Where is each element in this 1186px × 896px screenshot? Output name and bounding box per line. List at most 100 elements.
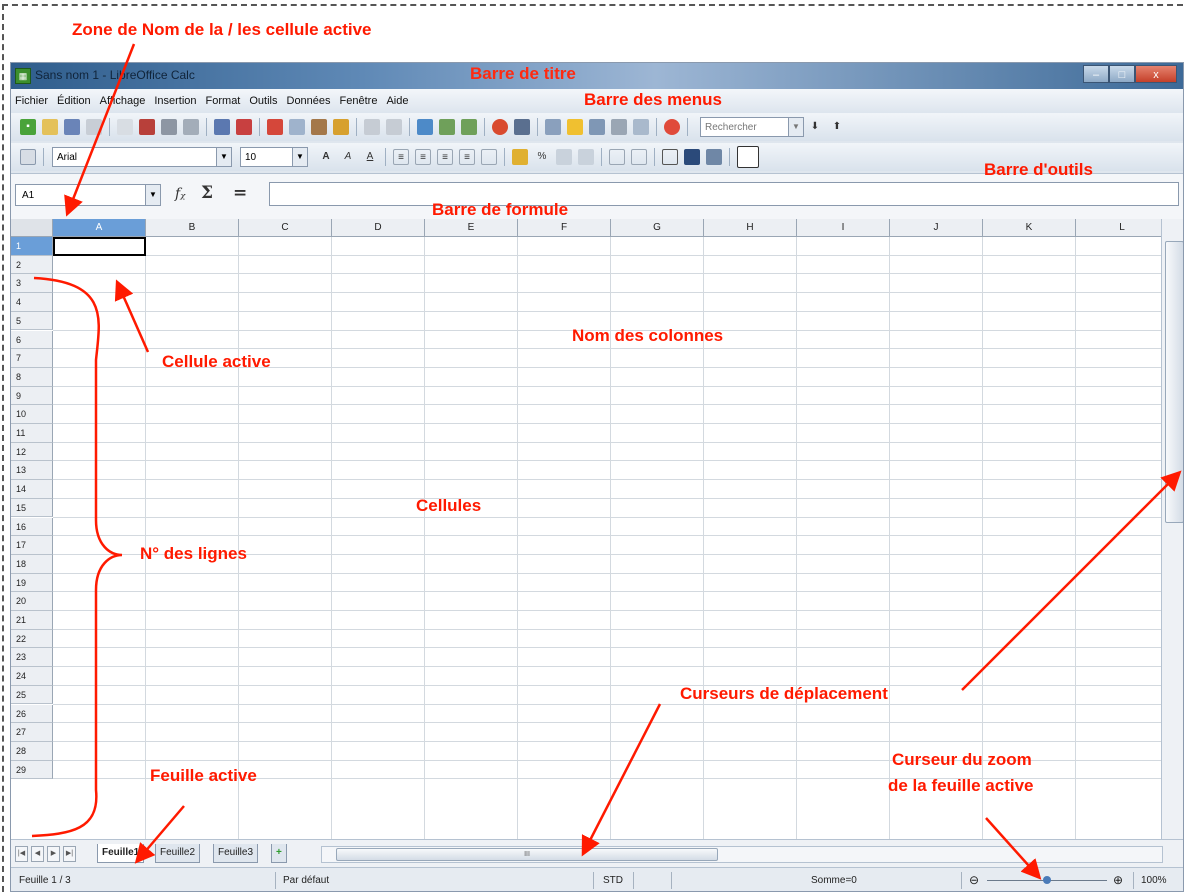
menu-fenetre[interactable]: Fenêtre	[340, 95, 378, 107]
select-all-corner[interactable]	[11, 219, 53, 237]
prev-sheet-button[interactable]: ◀	[31, 846, 44, 862]
formula-input[interactable]	[269, 182, 1179, 206]
increase-indent-icon[interactable]	[631, 149, 647, 165]
hyperlink-icon[interactable]	[417, 119, 433, 135]
zoom-in-icon[interactable]: ⊕	[1113, 873, 1123, 887]
row-header-20[interactable]: 20	[11, 592, 53, 611]
minimize-button[interactable]: –	[1083, 65, 1109, 83]
spellcheck-icon[interactable]	[214, 119, 230, 135]
new-document-icon[interactable]: ▪	[20, 119, 36, 135]
row-header-17[interactable]: 17	[11, 536, 53, 555]
row-header-24[interactable]: 24	[11, 667, 53, 686]
background-color-icon[interactable]	[684, 149, 700, 165]
toggle-grid-icon[interactable]	[737, 146, 759, 168]
data-sources-icon[interactable]	[611, 119, 627, 135]
help-icon[interactable]	[664, 119, 680, 135]
row-header-29[interactable]: 29	[11, 760, 53, 780]
row-header-21[interactable]: 21	[11, 611, 53, 630]
export-pdf-icon[interactable]	[139, 119, 155, 135]
row-header-13[interactable]: 13	[11, 461, 53, 481]
row-header-14[interactable]: 14	[11, 480, 53, 499]
column-header-i[interactable]: I	[797, 219, 890, 237]
find-next-icon[interactable]: ⬇	[807, 119, 823, 135]
vertical-scrollbar[interactable]	[1161, 219, 1183, 839]
row-header-2[interactable]: 2	[11, 255, 53, 275]
edit-file-icon[interactable]	[117, 119, 133, 135]
status-page-style[interactable]: Par défaut	[283, 875, 329, 886]
row-header-27[interactable]: 27	[11, 723, 53, 742]
navigator-icon[interactable]	[567, 119, 583, 135]
pivot-table-icon[interactable]	[514, 119, 530, 135]
undo-icon[interactable]	[364, 119, 380, 135]
column-header-g[interactable]: G	[611, 219, 704, 237]
clone-format-icon[interactable]	[333, 119, 349, 135]
zoom-icon[interactable]	[633, 119, 649, 135]
column-header-a[interactable]: A	[53, 219, 146, 237]
add-decimal-icon[interactable]	[578, 149, 594, 165]
font-color-icon[interactable]	[706, 149, 722, 165]
currency-icon[interactable]	[512, 149, 528, 165]
row-header-10[interactable]: 10	[11, 405, 53, 424]
column-header-b[interactable]: B	[146, 219, 239, 237]
status-sum[interactable]: Somme=0	[811, 875, 857, 886]
gallery-icon[interactable]	[589, 119, 605, 135]
font-size-select[interactable]: 10 ▼	[240, 147, 308, 167]
row-header-3[interactable]: 3	[11, 274, 53, 294]
column-header-f[interactable]: F	[518, 219, 611, 237]
copy-icon[interactable]	[289, 119, 305, 135]
underline-icon[interactable]: A	[362, 149, 378, 165]
find-previous-icon[interactable]: ⬆	[829, 119, 845, 135]
redo-icon[interactable]	[386, 119, 402, 135]
chevron-down-icon[interactable]: ▼	[788, 118, 803, 136]
row-header-23[interactable]: 23	[11, 648, 53, 668]
row-header-28[interactable]: 28	[11, 741, 53, 761]
chart-icon[interactable]	[492, 119, 508, 135]
row-header-1[interactable]: 1	[11, 237, 53, 256]
row-header-16[interactable]: 16	[11, 517, 53, 537]
sheet-tab-feuille1[interactable]: Feuille1	[97, 844, 145, 863]
maximize-button[interactable]: □	[1109, 65, 1135, 83]
standard-number-icon[interactable]	[556, 149, 572, 165]
row-header-26[interactable]: 26	[11, 704, 53, 724]
merge-cells-icon[interactable]	[481, 149, 497, 165]
print-preview-icon[interactable]	[183, 119, 199, 135]
name-box[interactable]: A1 ▼	[15, 184, 161, 206]
font-name-select[interactable]: Arial ▼	[52, 147, 232, 167]
sheet-tab-feuille3[interactable]: Feuille3	[213, 844, 259, 863]
vertical-scroll-thumb[interactable]	[1165, 241, 1183, 523]
menu-affichage[interactable]: Affichage	[100, 95, 146, 107]
column-header-j[interactable]: J	[890, 219, 983, 237]
print-icon[interactable]	[161, 119, 177, 135]
horizontal-scroll-thumb[interactable]: III	[336, 848, 718, 861]
zoom-out-icon[interactable]: ⊖	[969, 873, 979, 887]
title-bar[interactable]: ▦ Sans nom 1 - LibreOffice Calc – □ x	[11, 63, 1183, 89]
menu-aide[interactable]: Aide	[386, 95, 408, 107]
row-header-11[interactable]: 11	[11, 424, 53, 443]
row-header-7[interactable]: 7	[11, 349, 53, 368]
styles-icon[interactable]	[20, 149, 36, 165]
search-input[interactable]: Rechercher ▼	[700, 117, 804, 137]
column-header-e[interactable]: E	[425, 219, 518, 237]
row-header-6[interactable]: 6	[11, 330, 53, 350]
row-header-25[interactable]: 25	[11, 685, 53, 705]
zoom-slider-knob[interactable]	[1043, 876, 1051, 884]
menu-fichier[interactable]: Fichier	[15, 95, 48, 107]
find-replace-icon[interactable]	[545, 119, 561, 135]
save-icon[interactable]	[64, 119, 80, 135]
menu-edition[interactable]: Édition	[57, 95, 91, 107]
email-icon[interactable]	[86, 119, 102, 135]
last-sheet-button[interactable]: ▶|	[63, 846, 76, 862]
menu-donnees[interactable]: Données	[287, 95, 331, 107]
row-header-5[interactable]: 5	[11, 311, 53, 331]
column-header-c[interactable]: C	[239, 219, 332, 237]
sort-ascending-icon[interactable]	[439, 119, 455, 135]
cut-icon[interactable]	[267, 119, 283, 135]
row-header-15[interactable]: 15	[11, 498, 53, 518]
horizontal-scrollbar[interactable]: III	[321, 846, 1163, 863]
first-sheet-button[interactable]: |◀	[15, 846, 28, 862]
chevron-down-icon[interactable]: ▼	[145, 185, 160, 205]
row-header-9[interactable]: 9	[11, 386, 53, 406]
menu-format[interactable]: Format	[206, 95, 241, 107]
column-header-l[interactable]: L	[1076, 219, 1169, 237]
function-wizard-icon[interactable]: fᵪ	[175, 186, 186, 202]
